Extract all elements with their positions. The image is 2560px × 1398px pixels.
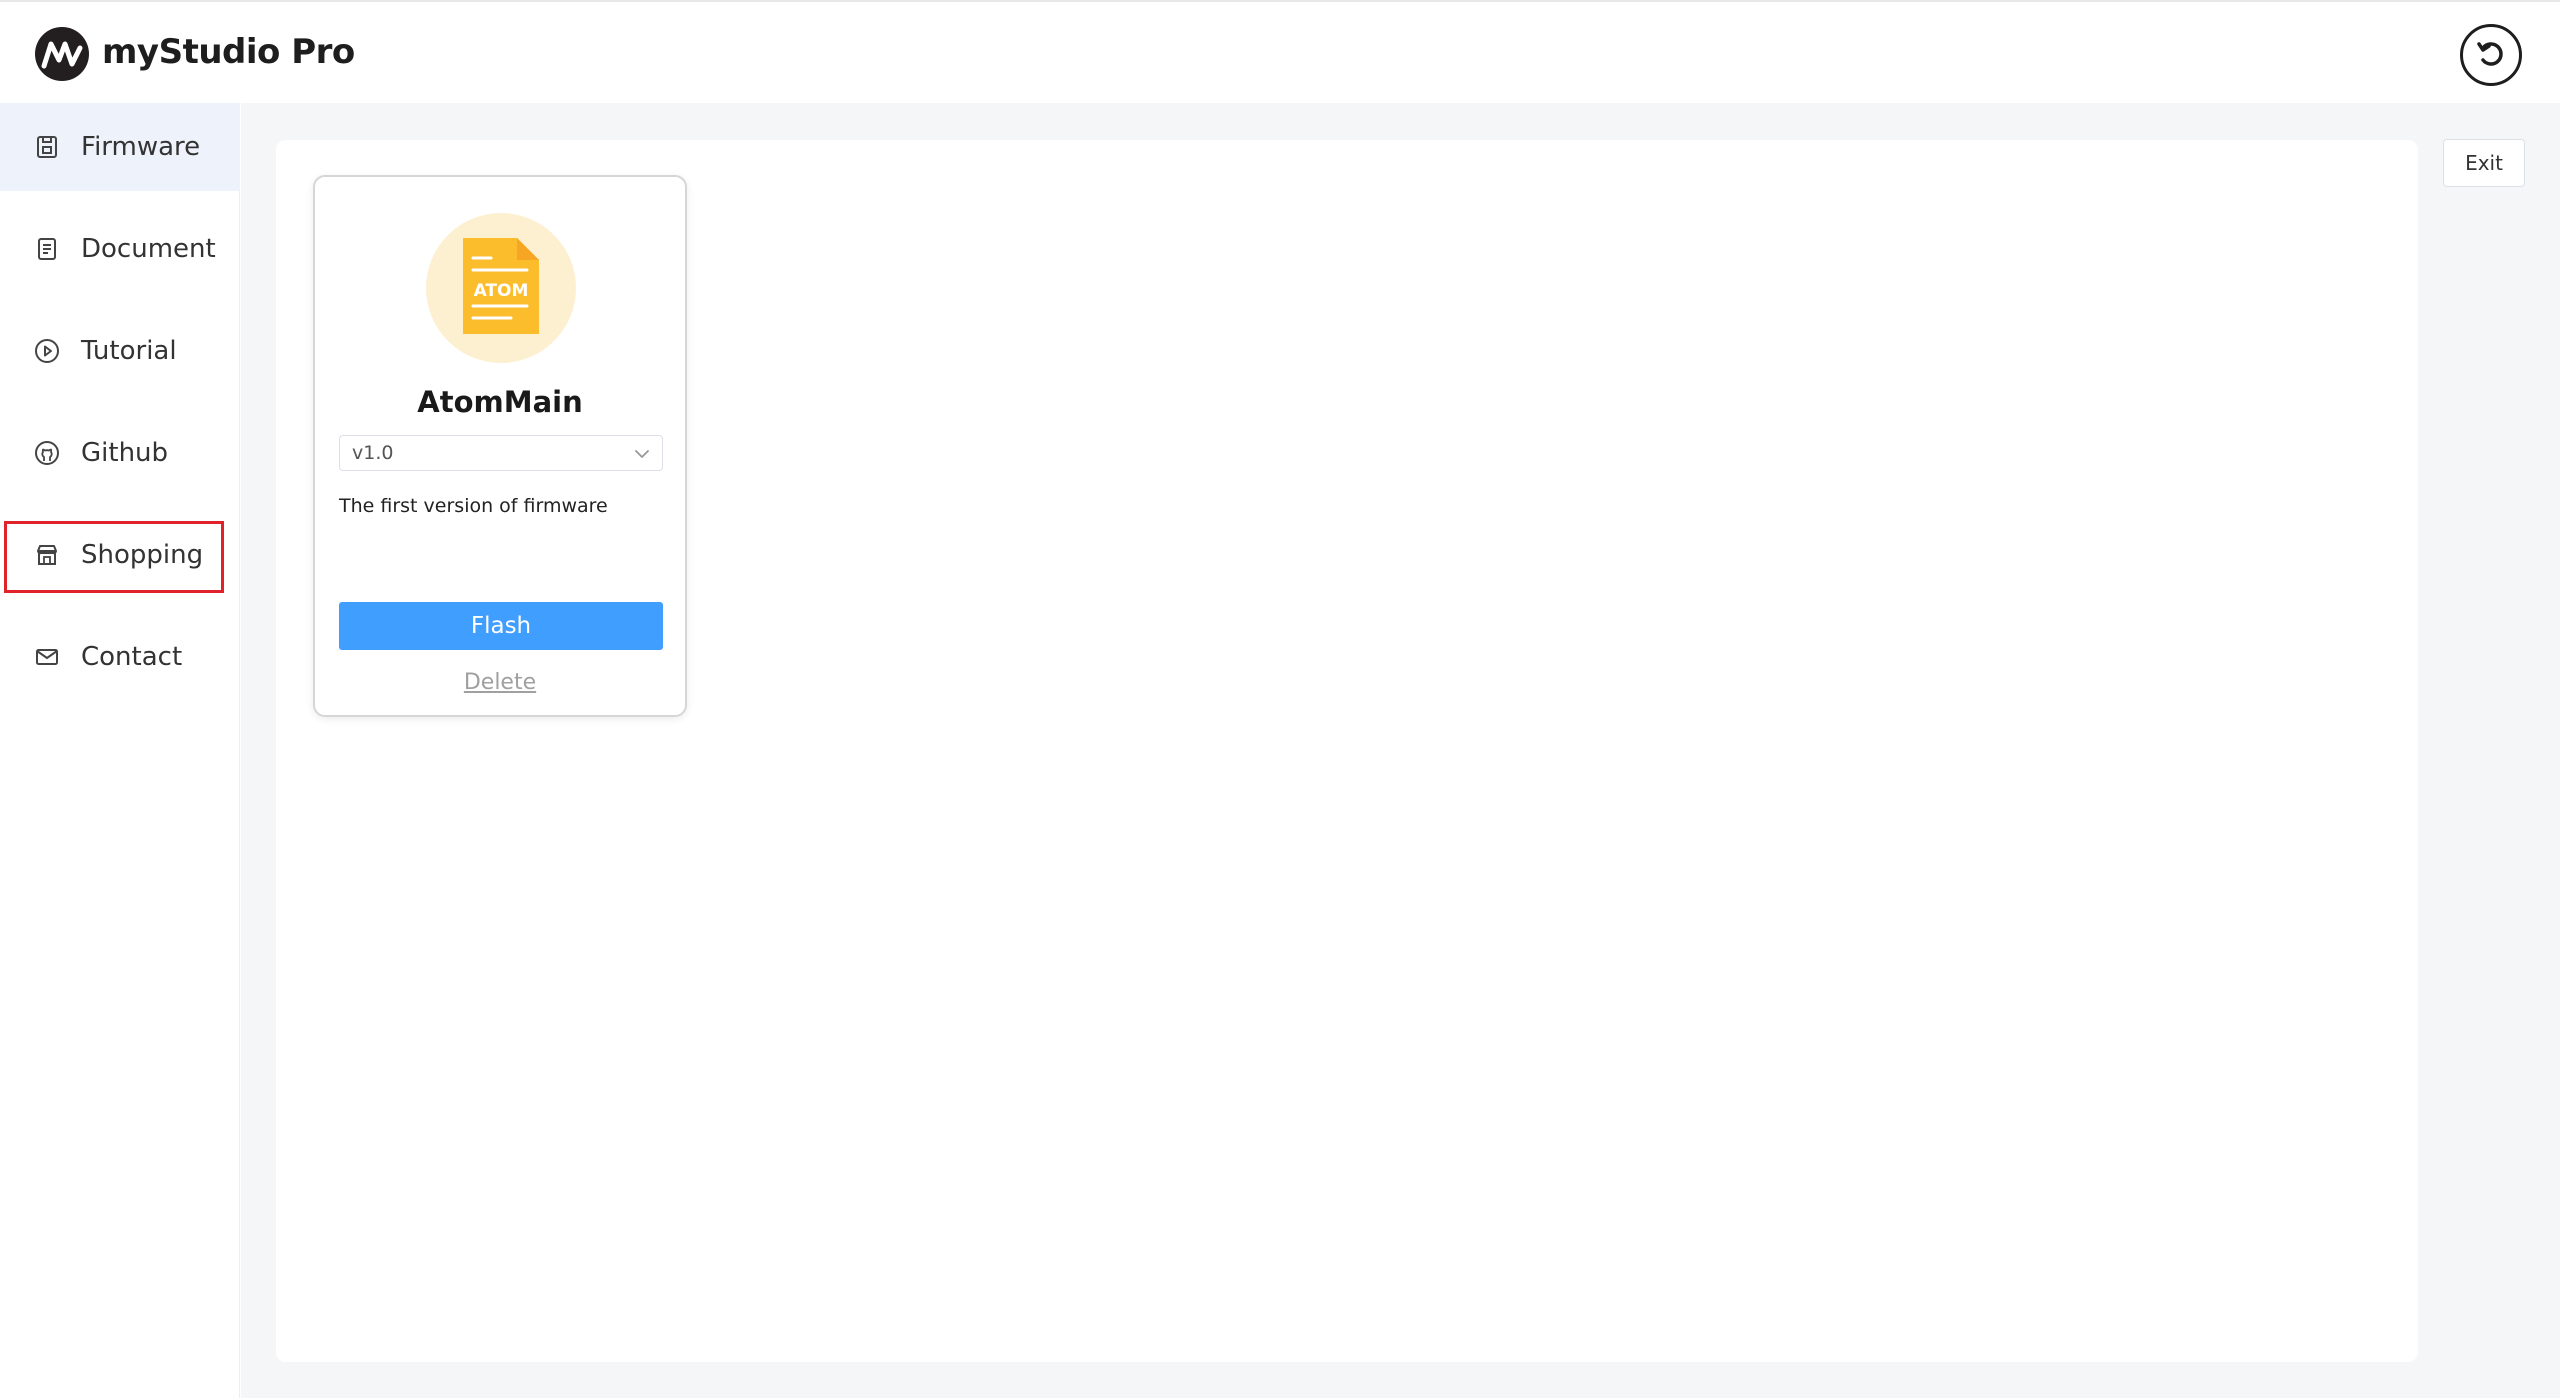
chevron-down-icon bbox=[632, 444, 652, 464]
play-circle-icon bbox=[32, 336, 62, 366]
firmware-icon bbox=[32, 132, 62, 162]
top-bar: myStudio Pro bbox=[0, 0, 2560, 103]
atom-file-icon: ATOM bbox=[459, 234, 543, 343]
firmware-card: ATOM AtomMain v1.0 The first version of … bbox=[313, 175, 687, 717]
delete-link[interactable]: Delete bbox=[315, 670, 685, 695]
sidebar-item-github[interactable]: Github bbox=[0, 409, 240, 497]
sidebar-item-contact[interactable]: Contact bbox=[0, 613, 240, 701]
sidebar-item-shopping[interactable]: Shopping bbox=[0, 511, 240, 599]
app-title: myStudio Pro bbox=[102, 32, 355, 72]
sidebar-item-label: Firmware bbox=[81, 132, 201, 162]
sidebar-item-tutorial[interactable]: Tutorial bbox=[0, 307, 240, 395]
sidebar: Firmware Document Tutorial Github Shoppi… bbox=[0, 103, 240, 1398]
sidebar-item-label: Github bbox=[81, 438, 169, 468]
sidebar-item-label: Contact bbox=[81, 642, 183, 672]
version-select[interactable]: v1.0 bbox=[339, 435, 663, 471]
sidebar-item-firmware[interactable]: Firmware bbox=[0, 103, 240, 191]
undo-circle-icon bbox=[2472, 34, 2510, 77]
mail-icon bbox=[32, 642, 62, 672]
github-icon bbox=[32, 438, 62, 468]
firmware-description: The first version of firmware bbox=[339, 495, 608, 517]
sidebar-item-label: Document bbox=[81, 234, 216, 264]
flash-button[interactable]: Flash bbox=[339, 602, 663, 650]
sidebar-item-label: Shopping bbox=[81, 540, 204, 570]
version-select-value: v1.0 bbox=[352, 442, 394, 464]
sidebar-item-label: Tutorial bbox=[81, 336, 177, 366]
sidebar-item-document[interactable]: Document bbox=[0, 205, 240, 293]
exit-button[interactable]: Exit bbox=[2443, 139, 2525, 187]
mystudio-logo-icon bbox=[34, 26, 90, 82]
undo-button[interactable] bbox=[2460, 24, 2522, 86]
document-icon bbox=[32, 234, 62, 264]
atom-icon-text: ATOM bbox=[474, 281, 529, 301]
shop-icon bbox=[32, 540, 62, 570]
firmware-avatar: ATOM bbox=[426, 213, 576, 363]
firmware-name: AtomMain bbox=[417, 385, 583, 419]
